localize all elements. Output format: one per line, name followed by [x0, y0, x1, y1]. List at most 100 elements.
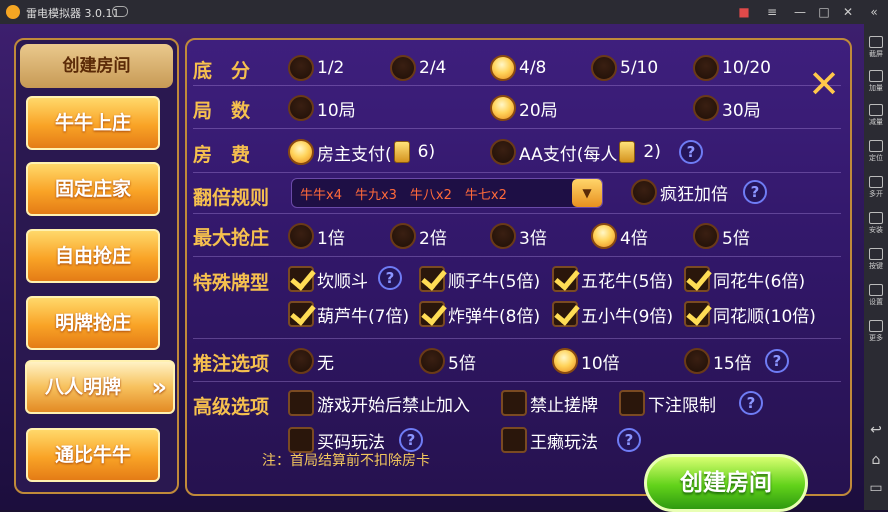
menu-icon[interactable]: ≡: [762, 3, 782, 21]
check-tonghuashun[interactable]: 同花顺(10倍): [684, 301, 816, 327]
close-window-icon[interactable]: ✕: [838, 3, 858, 21]
radio-icon: [390, 55, 416, 81]
label-max-grab: 最大抢庄: [193, 227, 270, 249]
radio-bet-none[interactable]: 无: [288, 348, 334, 374]
check-wild-king[interactable]: 王癞玩法: [501, 427, 598, 453]
radio-selected-icon: [490, 95, 516, 121]
label-advanced: 高级选项: [193, 396, 270, 418]
check-kanshundou[interactable]: 坎顺斗: [288, 266, 368, 292]
recent-apps-icon[interactable]: ▭: [864, 480, 888, 496]
radio-icon: [288, 348, 314, 374]
checkbox-icon: [288, 390, 314, 416]
radio-grab-5[interactable]: 5倍: [693, 223, 750, 249]
help-crazy-double[interactable]: ?: [743, 180, 767, 204]
label-double-rule: 翻倍规则: [193, 187, 270, 209]
gamepad-icon[interactable]: [112, 6, 128, 17]
volume-down-button[interactable]: 减量: [864, 104, 888, 127]
checkbox-icon: [501, 427, 527, 453]
create-room-button[interactable]: 创建房间: [644, 454, 808, 512]
checkbox-checked-icon: [419, 301, 445, 327]
check-zhadan[interactable]: 炸弹牛(8倍): [419, 301, 540, 327]
checkbox-checked-icon: [684, 266, 710, 292]
radio-base-5-10[interactable]: 5/10: [591, 55, 658, 81]
double-rule-select[interactable]: 牛牛x4 牛九x3 牛八x2 牛七x2 ▼: [291, 178, 603, 208]
check-no-join-after-start[interactable]: 游戏开始后禁止加入: [288, 390, 470, 416]
settings-panel: 底 分 1/2 2/4 4/8 5/10 10/20 局 数 10局 20局 3…: [185, 38, 852, 496]
check-wuhua[interactable]: 五花牛(5倍): [552, 266, 673, 292]
gift-icon[interactable]: ■: [734, 3, 754, 21]
location-button[interactable]: 定位: [864, 140, 888, 163]
row-rounds: 局 数 10局 20局 30局: [193, 89, 841, 129]
radio-base-4-8[interactable]: 4/8: [490, 55, 546, 81]
radio-bet-5[interactable]: 5倍: [419, 348, 476, 374]
help-kanshundou[interactable]: ?: [378, 266, 402, 290]
collapse-sidebar-icon[interactable]: «: [864, 3, 884, 21]
row-double-rule: 翻倍规则 牛牛x4 牛九x3 牛八x2 牛七x2 ▼ 疯狂加倍 ?: [193, 175, 841, 214]
radio-owner-pay[interactable]: 房主支付(6): [288, 139, 435, 165]
volume-down-icon: [869, 104, 883, 116]
volume-up-icon: [869, 70, 883, 82]
mode-panel: 创建房间 牛牛上庄 固定庄家 自由抢庄 明牌抢庄 八人明牌 » 通比牛牛: [14, 38, 179, 494]
mode-button-eight-player[interactable]: 八人明牌 »: [25, 360, 175, 414]
more-button[interactable]: 更多: [864, 320, 888, 343]
radio-icon: [490, 223, 516, 249]
check-bet-limit[interactable]: 下注限制: [619, 390, 716, 416]
radio-grab-3[interactable]: 3倍: [490, 223, 547, 249]
radio-icon: [288, 223, 314, 249]
radio-selected-icon: [591, 223, 617, 249]
radio-rounds-20[interactable]: 20局: [490, 95, 558, 121]
radio-rounds-10[interactable]: 10局: [288, 95, 356, 121]
help-icon: ?: [679, 140, 703, 164]
maximize-icon[interactable]: □: [814, 3, 834, 21]
radio-rounds-30[interactable]: 30局: [693, 95, 761, 121]
screenshot-button[interactable]: 截屏: [864, 36, 888, 59]
radio-aa-pay[interactable]: AA支付(每人 2): [490, 139, 661, 165]
scissors-icon: [869, 36, 883, 48]
row-bet-option: 推注选项 无 5倍 10倍 15倍 ?: [193, 342, 841, 382]
radio-bet-10[interactable]: 10倍: [552, 348, 620, 374]
radio-base-2-4[interactable]: 2/4: [390, 55, 446, 81]
keymap-button[interactable]: 按键: [864, 248, 888, 271]
mode-button-niuniu-banker[interactable]: 牛牛上庄: [26, 96, 160, 150]
check-shunzi[interactable]: 顺子牛(5倍): [419, 266, 540, 292]
radio-bet-15[interactable]: 15倍: [684, 348, 752, 374]
multi-instance-button[interactable]: 多开: [864, 176, 888, 199]
home-nav-icon[interactable]: ⌂: [864, 452, 888, 468]
help-room-fee[interactable]: ?: [679, 140, 703, 164]
radio-base-10-20[interactable]: 10/20: [693, 55, 771, 81]
checkbox-icon: [619, 390, 645, 416]
mode-button-free-grab[interactable]: 自由抢庄: [26, 229, 160, 283]
mode-button-open-grab[interactable]: 明牌抢庄: [26, 296, 160, 350]
checkbox-checked-icon: [552, 301, 578, 327]
radio-grab-2[interactable]: 2倍: [390, 223, 447, 249]
install-button[interactable]: 安装: [864, 212, 888, 235]
radio-selected-icon: [288, 139, 314, 165]
help-advanced[interactable]: ?: [739, 391, 763, 415]
back-nav-icon[interactable]: ↩: [864, 422, 888, 438]
check-hulu[interactable]: 葫芦牛(7倍): [288, 301, 409, 327]
help-bet-option[interactable]: ?: [765, 349, 789, 373]
volume-up-button[interactable]: 加量: [864, 70, 888, 93]
multi-open-icon: [869, 176, 883, 188]
check-wuxiao[interactable]: 五小牛(9倍): [552, 301, 673, 327]
radio-grab-4[interactable]: 4倍: [591, 223, 648, 249]
apk-install-icon: [869, 212, 883, 224]
mode-button-tongbi[interactable]: 通比牛牛: [26, 428, 160, 482]
radio-grab-1[interactable]: 1倍: [288, 223, 345, 249]
settings-button[interactable]: 设置: [864, 284, 888, 307]
help-buy-code[interactable]: ?: [399, 428, 423, 452]
mode-button-fixed-banker[interactable]: 固定庄家: [26, 162, 160, 216]
radio-crazy-double[interactable]: 疯狂加倍: [631, 179, 728, 205]
label-room-fee: 房 费: [193, 144, 251, 166]
room-card-icon: [393, 141, 410, 163]
help-wild-king[interactable]: ?: [617, 428, 641, 452]
radio-icon: [288, 95, 314, 121]
check-no-rub-cards[interactable]: 禁止搓牌: [501, 390, 598, 416]
label-special-cards: 特殊牌型: [193, 272, 270, 294]
radio-base-1-2[interactable]: 1/2: [288, 55, 344, 81]
window-title: 雷电模拟器 3.0.11: [26, 7, 120, 20]
label-base-score: 底 分: [193, 60, 251, 82]
check-tonghua[interactable]: 同花牛(6倍): [684, 266, 805, 292]
minimize-icon[interactable]: —: [790, 3, 810, 21]
close-icon[interactable]: ✕: [808, 65, 840, 103]
